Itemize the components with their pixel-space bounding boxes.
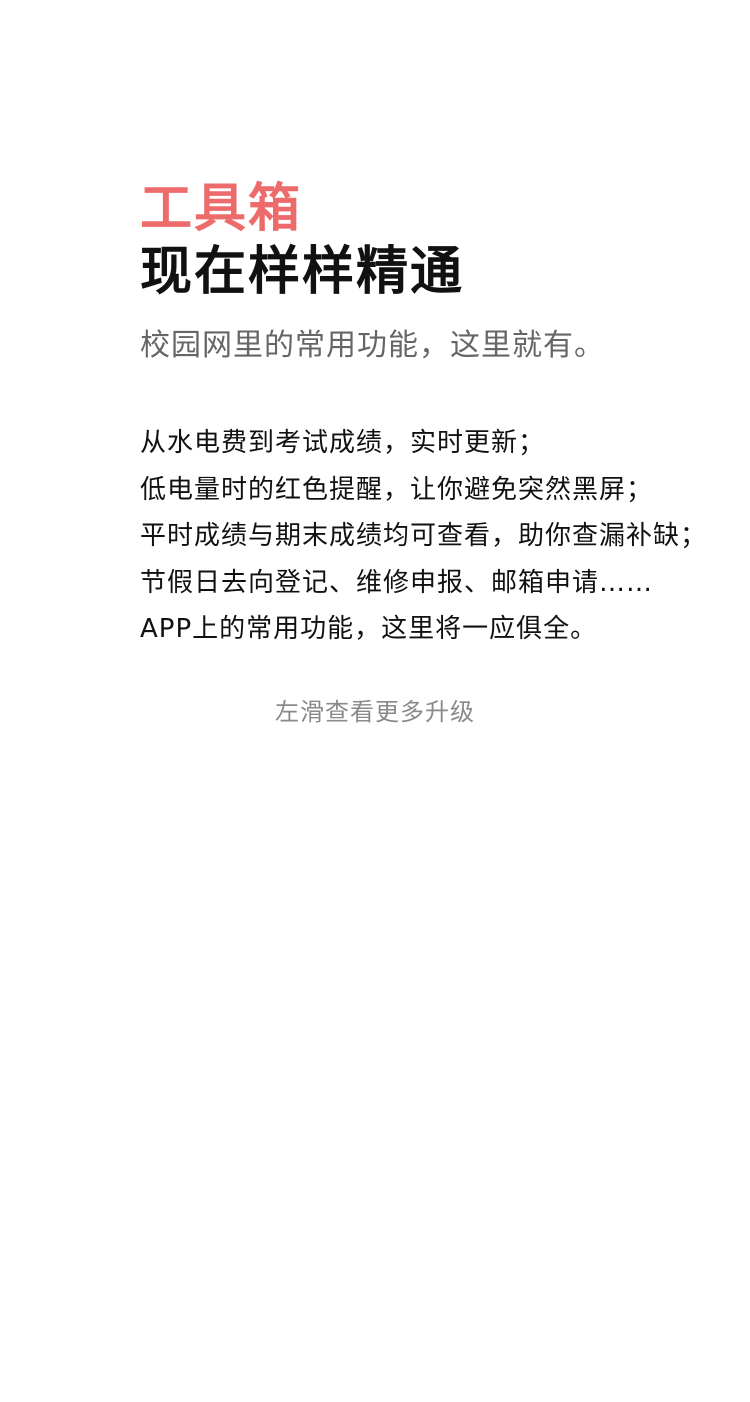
description-line: 平时成绩与期末成绩均可查看，助你查漏补缺； <box>140 521 708 551</box>
description-line: APP上的常用功能，这里将一应俱全。 <box>140 614 598 644</box>
swipe-hint[interactable]: 左滑查看更多升级 <box>0 696 750 728</box>
description-line: 节假日去向登记、维修申报、邮箱申请…… <box>140 567 654 598</box>
page-title: 现在样样精通 <box>140 242 465 302</box>
subtitle: 校园网里的常用功能，这里就有。 <box>140 328 605 363</box>
description-line: 低电量时的红色提醒，让你避免突然黑屏； <box>140 474 654 505</box>
description-line: 从水电费到考试成绩，实时更新； <box>140 428 546 458</box>
feature-intro: 工具箱 现在样样精通 校园网里的常用功能，这里就有。 从水电费到考试成绩，实时更… <box>140 178 750 653</box>
accent-title: 工具箱 <box>140 179 303 239</box>
description-block: 从水电费到考试成绩，实时更新； 低电量时的红色提醒，让你避免突然黑屏； 平时成绩… <box>140 420 750 653</box>
